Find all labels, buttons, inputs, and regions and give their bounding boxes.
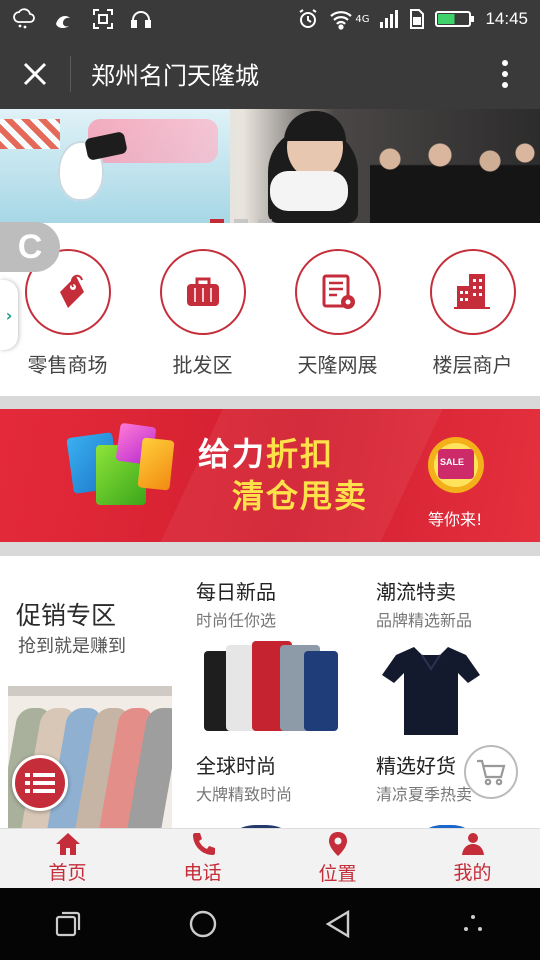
signal-icon — [379, 8, 399, 30]
alarm-icon — [297, 8, 319, 30]
promo-banner[interactable]: 给力折扣 清仓甩卖 SALE 等你来! — [0, 409, 540, 542]
home-icon — [55, 833, 80, 855]
cart-icon — [477, 759, 506, 786]
banner-crowd — [370, 139, 540, 223]
title-bar: 郑州名门天隆城 — [0, 38, 540, 109]
sim-icon — [409, 8, 425, 30]
category-row: 零售商场 批发区 天隆网展 楼层商户 — [0, 223, 540, 396]
assist-button[interactable] — [443, 894, 503, 954]
sale-badge-text: SALE — [440, 457, 465, 467]
nav-label: 位置 — [318, 863, 357, 885]
category-label: 天隆网展 — [297, 353, 378, 377]
dots-icon — [463, 915, 482, 931]
section-divider — [0, 396, 540, 409]
building-icon — [453, 274, 490, 309]
section-divider — [0, 542, 540, 556]
back-button[interactable] — [308, 894, 368, 954]
tile-title: 全球时尚 — [196, 754, 276, 778]
close-button[interactable] — [0, 38, 70, 109]
battery-icon — [435, 9, 475, 29]
tile-title: 每日新品 — [196, 580, 276, 604]
location-pin-icon — [328, 832, 347, 856]
category-label: 零售商场 — [27, 353, 108, 377]
floating-cart-button[interactable] — [464, 745, 518, 799]
category-icon-circle — [294, 249, 381, 335]
scan-icon — [92, 8, 114, 30]
tile-global-fashion[interactable]: 全球时尚 大牌精致时尚 — [196, 750, 376, 828]
nav-label: 首页 — [48, 862, 87, 884]
category-label: 批发区 — [172, 353, 233, 377]
tile-title: 潮流特卖 — [376, 580, 456, 604]
home-system-button[interactable] — [173, 894, 233, 954]
side-drawer-handle[interactable]: › — [0, 280, 18, 350]
price-tag-icon — [59, 274, 84, 308]
more-button[interactable] — [470, 38, 540, 109]
status-bar: 4G 14:45 — [0, 0, 540, 38]
tile-daily-new[interactable]: 每日新品 时尚任你选 — [196, 576, 376, 741]
recent-apps-button[interactable] — [38, 894, 98, 954]
category-label: 楼层商户 — [432, 353, 513, 377]
promo-zone-subtitle: 抢到就是赚到 — [18, 636, 126, 657]
tile-subtitle: 大牌精致时尚 — [196, 785, 293, 804]
title-divider — [70, 55, 71, 92]
nav-label: 我的 — [453, 862, 492, 884]
banner-person-hair — [284, 111, 346, 141]
tile-subtitle: 品牌精选新品 — [376, 611, 473, 630]
user-icon — [461, 833, 484, 855]
headphones-icon — [130, 8, 152, 30]
banner-stripes — [0, 119, 60, 149]
back-triangle-icon — [325, 909, 349, 939]
home-circle-icon — [189, 910, 216, 938]
category-online-exhibition[interactable]: 天隆网展 — [270, 223, 405, 396]
banner-carousel[interactable] — [0, 109, 540, 223]
more-vertical-icon — [502, 59, 508, 88]
nav-location[interactable]: 位置 — [270, 829, 405, 888]
jacket-image — [196, 815, 376, 828]
category-wholesale[interactable]: 批发区 — [135, 223, 270, 396]
category-icon-circle — [159, 249, 246, 335]
tshirt — [304, 651, 338, 731]
category-floor-merchants[interactable]: 楼层商户 — [405, 223, 540, 396]
wifi-icon — [329, 8, 353, 30]
nav-phone[interactable]: 电话 — [135, 829, 270, 888]
tile-subtitle: 清凉夏季热卖 — [376, 785, 473, 804]
floating-menu-button[interactable] — [12, 755, 68, 811]
promo-line1-a: 给力 — [198, 435, 267, 473]
bottom-nav: 首页 电话 位置 我的 — [0, 828, 540, 888]
category-icon-circle — [429, 249, 516, 335]
briefcase-icon — [186, 277, 219, 306]
clock: 14:45 — [485, 9, 528, 28]
nav-mine[interactable]: 我的 — [405, 829, 540, 888]
weather-icon — [12, 8, 36, 30]
promo-caption: 等你来! — [428, 510, 483, 529]
network-type: 4G — [355, 13, 370, 25]
nav-label: 电话 — [183, 862, 222, 884]
nav-home[interactable]: 首页 — [0, 829, 135, 888]
page-title: 郑州名门天隆城 — [91, 62, 259, 90]
tile-subtitle: 时尚任你选 — [196, 611, 277, 630]
uc-browser-icon — [52, 8, 76, 30]
list-icon — [25, 773, 55, 793]
sale-badge: SALE — [428, 437, 484, 493]
recent-apps-icon — [55, 911, 80, 937]
promo-line2: 清仓甩卖 — [232, 477, 369, 515]
android-navigation-bar — [0, 888, 540, 960]
document-icon — [322, 274, 355, 309]
polo-shirt-image — [376, 641, 540, 741]
banner-person-scarf — [270, 171, 348, 211]
products-section: 促销专区 抢到就是赚到 每日新品 时尚任你选 潮流特卖 品牌精选新品 全球时尚 — [0, 556, 540, 828]
floating-c-button[interactable]: C — [0, 222, 60, 272]
promo-line1-b: 折扣 — [266, 435, 335, 473]
tile-trend-sale[interactable]: 潮流特卖 品牌精选新品 — [376, 576, 540, 741]
tshirts-image — [196, 641, 376, 741]
sport-jacket-image — [376, 815, 540, 828]
promo-zone-title: 促销专区 — [16, 601, 117, 630]
promo-headline: 给力折扣 清仓甩卖 — [198, 433, 368, 517]
shopping-bag-icon — [137, 437, 175, 491]
close-icon — [23, 62, 47, 85]
phone-icon — [192, 833, 215, 855]
